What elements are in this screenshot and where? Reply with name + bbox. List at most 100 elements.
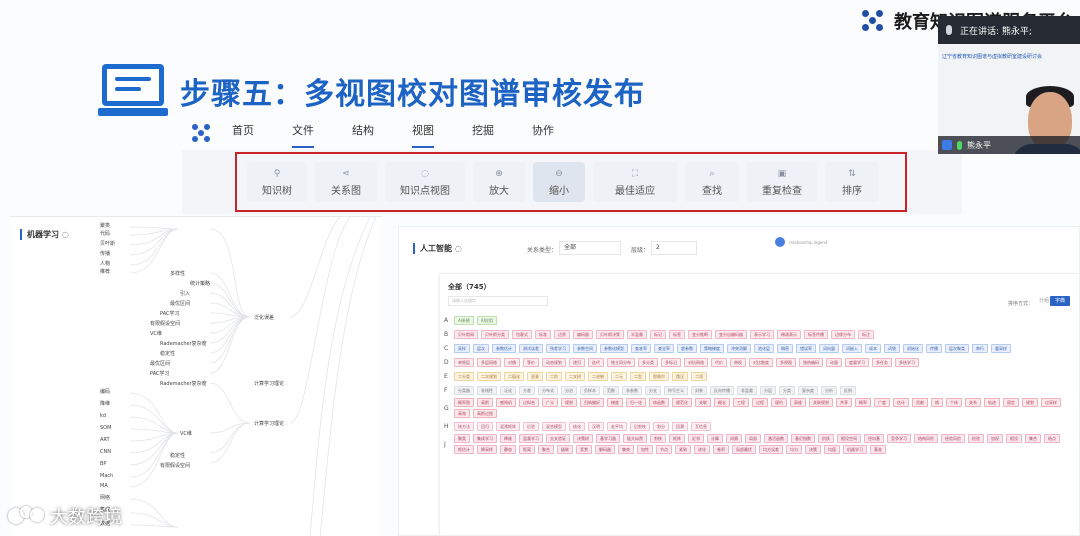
mind-map-node[interactable]: VC维 [150, 331, 162, 337]
mind-map-node[interactable]: 最优区间 [150, 361, 170, 367]
toolbar-button[interactable]: ⊕ 放大 [473, 162, 525, 202]
toolbar-button[interactable]: ▣ 重复检查 [747, 162, 817, 202]
concept-chip[interactable]: 池化层 [754, 343, 774, 353]
mind-map-node[interactable]: 推荐 [100, 269, 110, 275]
concept-chip[interactable]: 高斯过程 [473, 409, 497, 418]
concept-chip[interactable]: 互信息 [691, 421, 711, 431]
concept-chip[interactable]: 间隔 [726, 434, 742, 443]
mind-map-node[interactable]: 多样性 [170, 271, 185, 277]
concept-chip[interactable]: 基准 [870, 445, 886, 454]
concept-chip[interactable]: 卷积 [713, 445, 729, 454]
concept-chip[interactable]: 感知机 [496, 398, 516, 407]
concept-chip[interactable]: 基尼指数 [791, 434, 815, 443]
concept-chip[interactable]: 方差 [519, 385, 535, 395]
concept-chip[interactable]: 均方误差 [759, 445, 783, 454]
concept-chip[interactable]: 格 [931, 398, 943, 407]
concept-chip[interactable]: 概率 [855, 398, 871, 407]
concept-chip[interactable]: 局部最优 [732, 445, 756, 454]
concept-chip[interactable]: 多层网络 [477, 357, 501, 367]
concept-chip[interactable]: 结点 [1044, 434, 1060, 443]
mind-map-node[interactable]: 降维 [100, 401, 110, 407]
concept-chip[interactable]: 单隐层 [454, 357, 474, 367]
concept-chip[interactable]: 迭代 [588, 357, 604, 367]
concept-chip[interactable]: 层次 [473, 343, 489, 353]
concept-chip[interactable]: 核函数 [649, 398, 669, 407]
mind-map-node[interactable]: 传播 [100, 251, 110, 257]
mic-active-icon[interactable] [957, 140, 962, 150]
concept-chip[interactable]: 加性 [637, 445, 653, 454]
mind-map-node[interactable]: 代码 [100, 231, 110, 237]
mind-map-node[interactable]: 贝叶斯 [100, 241, 115, 247]
concept-chip[interactable]: 关系 [965, 398, 981, 407]
concept-chip[interactable]: 结构风险 [914, 434, 938, 443]
mind-map-node[interactable]: 聚类 [100, 223, 110, 229]
concept-chip[interactable]: 关联 [695, 398, 711, 407]
concept-chip[interactable]: 反向传播 [710, 385, 734, 395]
concept-chip[interactable]: 标记 [650, 329, 666, 339]
concept-chip[interactable]: 串行 [972, 343, 988, 353]
concept-chip[interactable]: 计算 [707, 434, 723, 443]
concept-chip[interactable]: 核方法 [454, 421, 474, 431]
concept-chip[interactable]: 错误率 [796, 343, 816, 353]
concept-chip[interactable]: 参数化模型 [600, 343, 628, 353]
concept-chip[interactable]: 层次聚类 [945, 343, 969, 353]
concept-chip[interactable]: 概率图 [454, 398, 474, 407]
concept-chip[interactable]: 词向量 [819, 343, 839, 353]
concept-chip[interactable]: 代价 [711, 357, 727, 367]
concept-chip[interactable]: 归纳偏好 [580, 398, 604, 407]
concept-chip[interactable]: 局部 [745, 434, 761, 443]
concept-chip[interactable]: 多视图 [776, 357, 796, 367]
concept-chip[interactable]: 查全率 [654, 343, 674, 353]
concept-chip[interactable]: 宏平均 [607, 421, 627, 431]
concept-chip[interactable]: 阶跃 [818, 434, 834, 443]
concept-chip[interactable]: 监督学习 [519, 434, 543, 443]
concept-chip[interactable]: 冲突消解 [727, 343, 751, 353]
toolbar-button[interactable]: ⛶ 最佳适应 [593, 162, 677, 202]
concept-chip[interactable]: 恶意 [527, 371, 543, 381]
concept-chip[interactable]: 测试误差 [519, 343, 543, 353]
concept-chip[interactable]: 回溯 [672, 421, 688, 431]
concept-chip[interactable]: 编码器 [573, 329, 593, 339]
concept-chip[interactable]: 加权 [987, 434, 1003, 443]
concept-chip[interactable]: 聚类 [454, 434, 470, 443]
mind-map-node[interactable]: CNN [100, 449, 111, 455]
nav-item[interactable]: 首页 [232, 118, 254, 148]
concept-chip[interactable]: 二元 [611, 371, 627, 381]
concept-chip[interactable]: 检验 [968, 434, 984, 443]
mind-map-node[interactable]: 最优区间 [170, 301, 190, 307]
concept-chip[interactable]: 策略梯度 [700, 343, 724, 353]
concept-chip[interactable]: 归一化 [626, 398, 646, 407]
concept-chip[interactable]: 广义 [542, 398, 558, 407]
concept-chip[interactable]: 过程 [752, 398, 768, 407]
mind-map-node[interactable]: Rademacher复杂度 [160, 381, 207, 387]
mind-map-node[interactable]: ART [100, 437, 110, 443]
concept-chip[interactable]: AI应用 [476, 315, 497, 325]
mind-map-node[interactable]: MA [100, 483, 108, 489]
concept-chip[interactable]: 划分 [653, 421, 669, 431]
concept-chip[interactable]: 标签 [669, 329, 685, 339]
concept-chip[interactable]: 多任务 [872, 357, 892, 367]
concept-chip[interactable]: 规划 [1022, 398, 1038, 407]
concept-chip[interactable]: 概念 [714, 398, 730, 407]
concept-chip[interactable]: 规约 [771, 398, 787, 407]
concept-chip[interactable]: 轨迹 [984, 398, 1000, 407]
mind-map-node[interactable]: 引入 [180, 291, 190, 297]
concept-chip[interactable]: 饿汉 [672, 371, 688, 381]
toolbar-button[interactable]: ⚲ 知识树 [247, 162, 307, 202]
mind-map-node[interactable]: 统计策略 [190, 281, 210, 287]
concept-chip[interactable]: 分层 [760, 385, 776, 395]
mind-map-node[interactable]: PAC学习 [160, 311, 180, 317]
concept-chip[interactable]: 基学习器 [596, 434, 620, 443]
concept-chip[interactable]: 成本 [865, 343, 881, 353]
concept-chip[interactable]: 决策 [805, 445, 821, 454]
concept-chip[interactable]: 动态规划 [542, 357, 566, 367]
mind-map-node[interactable]: kd [100, 413, 106, 419]
concept-chip[interactable]: 标注 [858, 329, 874, 339]
concept-chip[interactable]: 包裹式 [512, 329, 532, 339]
mind-map-node[interactable]: 人物 [100, 261, 110, 267]
concept-chip[interactable]: 矩阵 [669, 434, 685, 443]
toolbar-button[interactable]: ⋖ 关系图 [315, 162, 377, 202]
concept-chip[interactable]: 竞争学习 [887, 434, 911, 443]
concept-chip[interactable]: 分支 [645, 385, 661, 395]
concept-chip[interactable]: 非监督 [737, 385, 757, 395]
